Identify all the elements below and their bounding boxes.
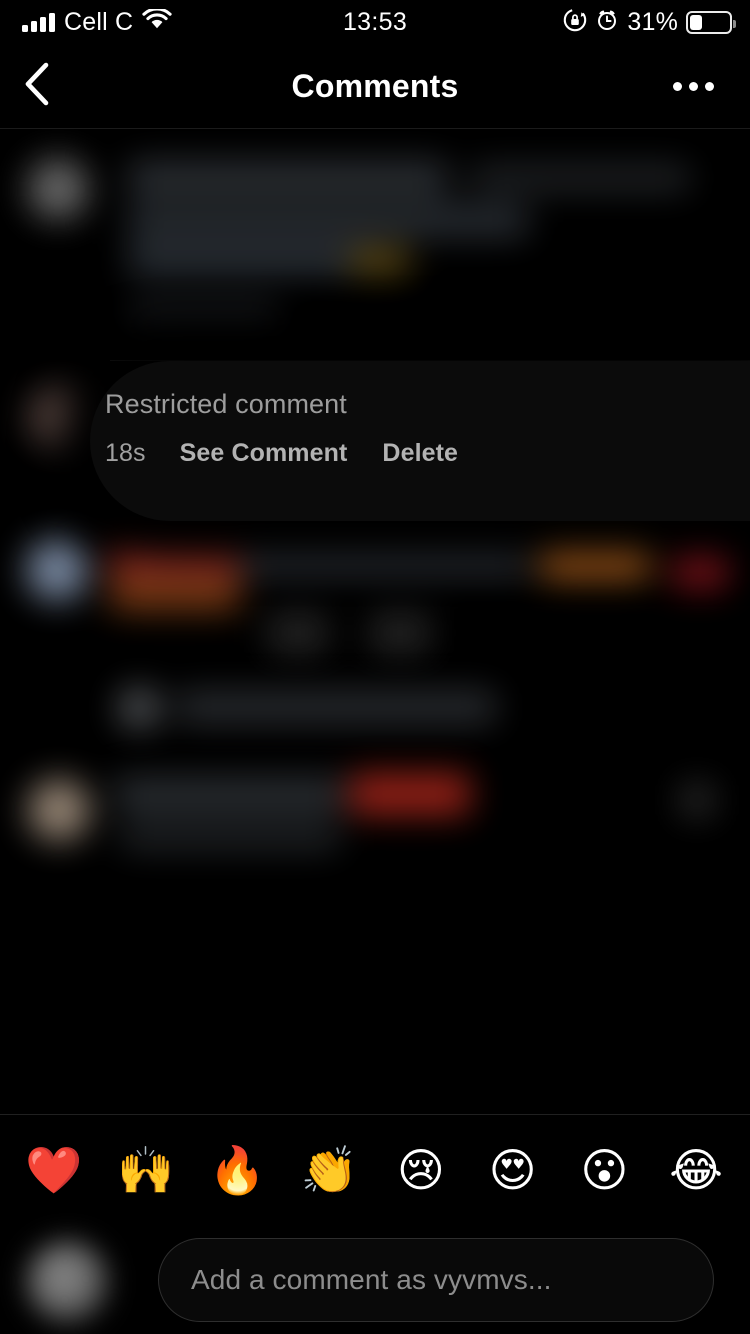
- avatar: [28, 779, 90, 841]
- comment-text: [176, 691, 496, 723]
- crying-face-emoji[interactable]: 😢: [390, 1147, 452, 1193]
- surprised-face-emoji[interactable]: 😮: [573, 1147, 635, 1193]
- emoji-quick-bar: ❤️ 🙌 🔥 👏 😢 😍 😮 😂: [0, 1114, 750, 1224]
- heart-eyes-emoji[interactable]: 😍: [482, 1147, 544, 1193]
- battery-percent-label: 31%: [627, 7, 678, 36]
- comment-meta: [370, 613, 430, 653]
- comment-row[interactable]: [0, 139, 750, 359]
- comment-timestamp: 18s: [105, 439, 146, 467]
- comment-row[interactable]: [0, 759, 750, 899]
- current-user-avatar: [26, 1240, 110, 1324]
- comment-text: [110, 577, 240, 611]
- comment-emoji: [350, 773, 470, 815]
- page-title: Comments: [291, 68, 459, 104]
- comment-input-placeholder: Add a comment as vyvmvs...: [191, 1264, 552, 1295]
- alarm-clock-icon: [595, 8, 619, 37]
- more-options-button[interactable]: [658, 44, 728, 128]
- restricted-comment-label: Restricted comment: [105, 389, 347, 419]
- avatar: [28, 159, 88, 219]
- comment-input[interactable]: Add a comment as vyvmvs...: [158, 1238, 714, 1322]
- comment-text: [128, 245, 378, 273]
- comment-emoji: [540, 539, 650, 579]
- comment-text: [128, 205, 528, 237]
- rotation-lock-icon: [563, 8, 587, 37]
- comment-list[interactable]: Restricted comment 18s See Comment Delet…: [0, 129, 750, 1114]
- comment-text: [120, 821, 340, 851]
- see-comment-button[interactable]: See Comment: [180, 439, 348, 468]
- selected-comment-actions: 18s See Comment Delete: [105, 439, 493, 468]
- ellipsis-icon-dot: [704, 81, 714, 91]
- clapping-hands-emoji[interactable]: 👏: [298, 1147, 360, 1193]
- delete-comment-button[interactable]: Delete: [382, 439, 458, 468]
- status-bar-right: 31%: [563, 0, 736, 44]
- comment-author: [114, 777, 344, 811]
- comment-composer: Add a comment as vyvmvs...: [0, 1224, 750, 1334]
- avatar: [26, 539, 88, 601]
- comment-text: [470, 165, 690, 191]
- ellipsis-icon-dot: [688, 81, 698, 91]
- avatar: [28, 387, 88, 447]
- like-button[interactable]: [672, 545, 728, 589]
- tears-of-joy-emoji[interactable]: 😂: [665, 1147, 727, 1193]
- comment-text: [240, 543, 530, 575]
- raising-hands-emoji[interactable]: 🙌: [115, 1147, 177, 1193]
- battery-icon: [686, 10, 736, 34]
- navigation-bar: Comments: [0, 44, 750, 129]
- comment-meta: [268, 613, 328, 653]
- avatar: [118, 687, 160, 729]
- status-bar: Cell C 13:53 31%: [0, 0, 750, 44]
- fire-emoji[interactable]: 🔥: [206, 1147, 268, 1193]
- comment-author: [128, 161, 448, 195]
- heart-emoji[interactable]: ❤️: [23, 1147, 85, 1193]
- comment-emoji: [350, 249, 410, 273]
- ellipsis-icon-dot: [672, 81, 682, 91]
- comments-screen: Cell C 13:53 31% Comments Restricted com…: [0, 0, 750, 1334]
- like-button[interactable]: [680, 783, 714, 817]
- comment-author: [110, 545, 240, 581]
- comment-meta: [128, 299, 278, 321]
